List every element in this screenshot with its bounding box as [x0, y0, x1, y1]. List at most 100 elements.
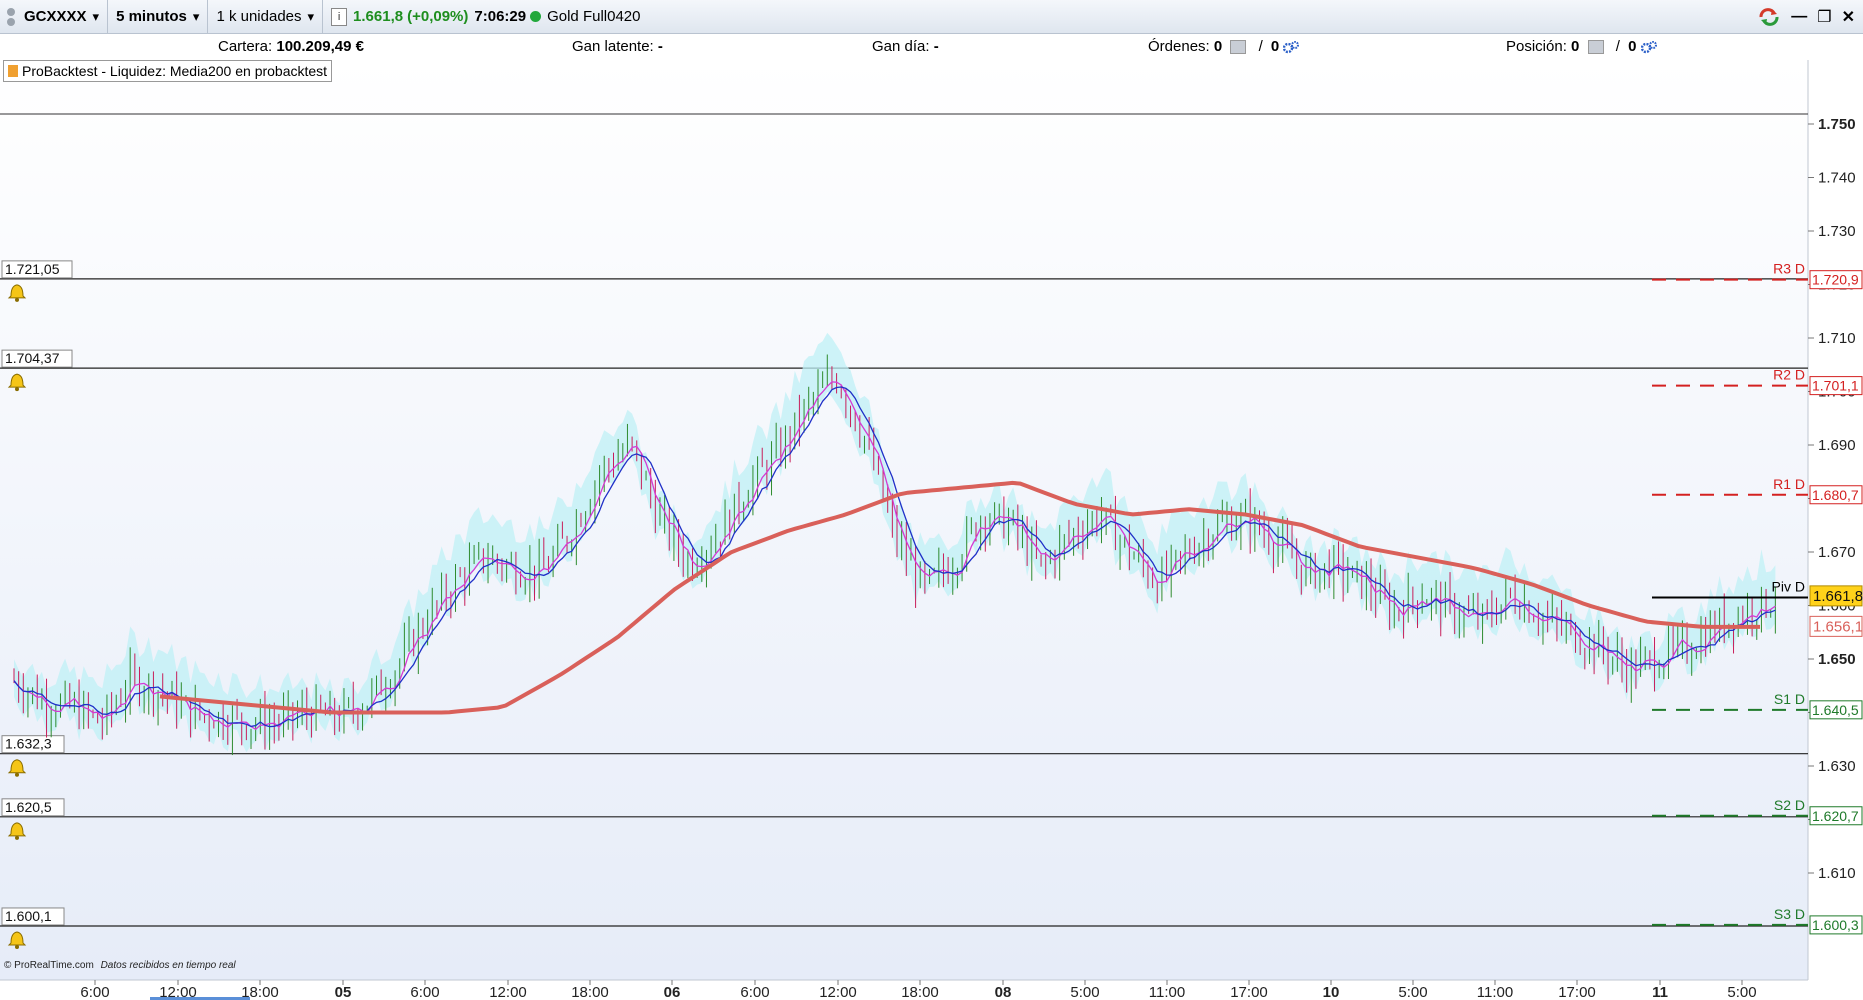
restore-icon[interactable]: ❐ [1817, 7, 1831, 27]
alert-value-label: 1.632,3 [5, 736, 52, 752]
x-tick-label: 6:00 [740, 984, 769, 1000]
gan-dia-value: - [933, 38, 939, 55]
x-tick-label: 12:00 [819, 984, 857, 1000]
x-tick-label: 11:00 [1149, 984, 1185, 1000]
y-tick-label: 1.650 [1818, 651, 1856, 668]
cartera-label: Cartera: [218, 38, 273, 55]
y-tick-label: 1.630 [1818, 758, 1856, 775]
x-tick-label: 17:00 [1230, 984, 1268, 1000]
close-icon[interactable]: ✕ [1842, 7, 1855, 27]
gan-dia-label: Gan día: [872, 38, 930, 55]
pivot-value-label: 1.680,7 [1812, 487, 1859, 503]
price-axis [1808, 60, 1863, 980]
symbol-label: GCXXXX [24, 8, 87, 25]
last-price: 1.661,8 [353, 8, 404, 25]
gear-icon[interactable] [1640, 40, 1657, 54]
pivot-value-label: 1.600,3 [1812, 917, 1859, 933]
price-chart[interactable]: 1.721,05 1.704,37 1.632,3 1.620,5 1.600,1 R3… [0, 60, 1863, 1000]
instrument-name: Gold Full0420 [547, 8, 641, 25]
backtest-color-icon [8, 65, 18, 77]
pivot-name-label: R2 D [1773, 367, 1805, 383]
posicion: Posición: 0 / 0 [1506, 38, 1657, 55]
chevron-down-icon: ▾ [307, 8, 315, 24]
y-tick-label: 1.610 [1818, 865, 1856, 882]
instrument-toolbar: GCXXXX ▾ 5 minutos ▾ 1 k unidades ▾ i 1.… [0, 0, 1863, 34]
gan-latente: Gan latente: - [572, 38, 663, 55]
bell-clapper [15, 387, 19, 392]
x-tick-label: 11:00 [1477, 984, 1513, 1000]
ordenes-count: 0 [1213, 38, 1223, 55]
brand-label: © ProRealTime.com [4, 960, 94, 971]
alert-value-label: 1.620,5 [5, 799, 52, 815]
symbol-selector[interactable]: GCXXXX ▾ [0, 0, 109, 33]
pivot-name-label: S3 D [1774, 906, 1805, 922]
realtime-status-icon [530, 11, 542, 22]
units-selector[interactable]: 1 k unidades ▾ [208, 0, 324, 33]
ordenes-separator: / [1258, 38, 1263, 55]
x-tick-label: 11 [1652, 984, 1668, 1000]
instrument-icon [7, 7, 15, 26]
pivot-value-label: 1.720,9 [1812, 272, 1859, 288]
pivot-name-label: S2 D [1774, 797, 1805, 813]
minimize-icon[interactable]: — [1791, 8, 1807, 26]
pivot-name-label: Piv D [1772, 578, 1805, 594]
pivot-name-label: S1 D [1774, 691, 1805, 707]
x-tick-label: 08 [995, 984, 1012, 1000]
pivot-value-label: 1.701,1 [1812, 378, 1859, 394]
alert-value-label: 1.600,1 [5, 908, 52, 924]
ordenes-count-b: 0 [1270, 38, 1280, 55]
positions-list-icon[interactable] [1587, 40, 1604, 55]
x-tick-label: 6:00 [410, 984, 439, 1000]
timeframe-selector[interactable]: 5 minutos ▾ [108, 0, 209, 33]
x-tick-label: 05 [335, 984, 352, 1000]
realtime-note: Datos recibidos en tiempo real [100, 960, 236, 971]
y-tick-label: 1.750 [1818, 116, 1856, 133]
orders-list-icon[interactable] [1230, 40, 1247, 55]
bell-clapper [15, 297, 19, 302]
pivot-value-label: 1.640,5 [1812, 702, 1859, 718]
x-tick-label: 6:00 [80, 984, 109, 1000]
x-tick-label: 5:00 [1727, 984, 1756, 1000]
x-tick-label: 18:00 [571, 984, 609, 1000]
gan-latente-value: - [657, 38, 663, 55]
backtest-legend[interactable]: ProBacktest - Liquidez: Media200 en prob… [3, 60, 333, 82]
chevron-down-icon: ▾ [192, 8, 200, 24]
posicion-count-b: 0 [1628, 38, 1637, 55]
quote-time: 7:06:29 [474, 8, 527, 25]
y-tick-label: 1.690 [1818, 437, 1856, 454]
x-tick-label: 06 [664, 984, 681, 1000]
ordenes-label: Órdenes: [1148, 38, 1210, 55]
pivot-name-label: R1 D [1773, 476, 1805, 492]
posicion-count: 0 [1571, 38, 1580, 55]
ordenes: Órdenes: 0 / 0 [1148, 38, 1300, 55]
x-tick-label: 18:00 [901, 984, 939, 1000]
y-tick-label: 1.740 [1818, 170, 1856, 187]
units-label: 1 k unidades [216, 8, 302, 25]
y-tick-label: 1.710 [1818, 330, 1856, 347]
gear-icon[interactable] [1283, 40, 1300, 54]
pivot-name-label: R3 D [1773, 261, 1805, 277]
x-tick-label: 5:00 [1070, 984, 1099, 1000]
window-controls: — ❐ ✕ [1757, 0, 1855, 33]
x-tick-label: 10 [1323, 984, 1340, 1000]
gan-latente-label: Gan latente: [572, 38, 654, 55]
backtest-legend-label: ProBacktest - Liquidez: Media200 en prob… [22, 63, 328, 79]
cartera: Cartera: 100.209,49 € [218, 38, 364, 55]
posicion-separator: / [1615, 38, 1620, 55]
gan-dia: Gan día: - [872, 38, 939, 55]
bell-clapper [15, 944, 19, 949]
timeframe-label: 5 minutos [116, 8, 187, 25]
alert-value-label: 1.721,05 [5, 261, 60, 277]
info-icon[interactable]: i [331, 7, 348, 26]
posicion-label: Posición: [1506, 38, 1567, 55]
sync-icon[interactable] [1757, 7, 1781, 27]
chevron-down-icon: ▾ [92, 8, 100, 24]
x-tick-label: 5:00 [1398, 984, 1427, 1000]
current-price-label: 1.661,8 [1813, 588, 1863, 605]
y-tick-label: 1.730 [1818, 223, 1856, 240]
y-tick-label: 1.670 [1818, 544, 1856, 561]
x-tick-label: 12:00 [489, 984, 527, 1000]
quote-info: i 1.661,8 (+0,09%) 7:06:29 Gold Full0420 [323, 0, 648, 33]
alert-value-label: 1.704,37 [5, 350, 60, 366]
pivot-value-label: 1.620,7 [1812, 808, 1859, 824]
